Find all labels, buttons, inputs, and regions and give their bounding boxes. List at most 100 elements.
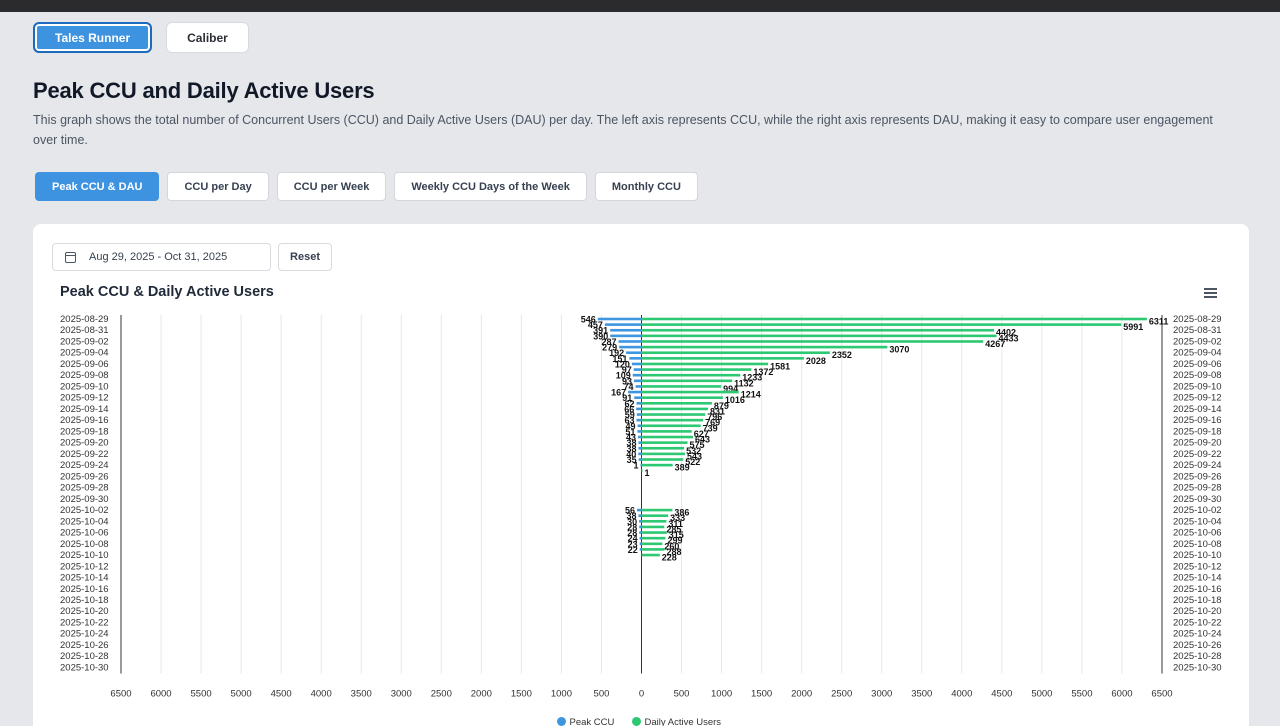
y-tick-label-left: 2025-08-31 — [60, 325, 109, 336]
dau-bar — [641, 328, 994, 332]
dau-data-label: 5991 — [1123, 322, 1143, 332]
chart-svg: 2025-08-29 2025-08-292025-08-31 2025-08-31… — [60, 314, 1222, 726]
y-tick-label-left: 2025-10-26 — [60, 640, 109, 651]
ccu-bar — [639, 536, 642, 540]
y-tick-label-right: 2025-09-06 — [1173, 359, 1222, 370]
ccu-bar — [604, 323, 642, 326]
ccu-bar — [632, 373, 642, 377]
legend-ccu-marker — [557, 716, 566, 726]
dau-bar — [641, 402, 712, 405]
tab-monthly-ccu[interactable]: Monthly CCU — [594, 172, 698, 201]
chart-card: Aug 29, 2025 - Oct 31, 2025 Reset Peak C… — [33, 224, 1249, 726]
x-tick-label-ccu: 3000 — [391, 688, 412, 699]
ccu-bar — [618, 340, 642, 343]
x-tick-label-dau: 500 — [674, 688, 690, 699]
y-tick-label-left: 2025-10-04 — [60, 516, 109, 527]
ccu-bar — [638, 458, 642, 461]
tab-tales-runner[interactable]: Tales Runner — [33, 22, 153, 53]
dau-bar — [641, 345, 888, 349]
y-tick-label-right: 2025-09-14 — [1173, 404, 1222, 415]
y-tick-label-left: 2025-09-20 — [60, 438, 109, 449]
dau-bar — [641, 385, 722, 388]
dau-bar — [641, 553, 660, 557]
y-tick-label-left: 2025-09-28 — [60, 483, 109, 494]
y-tick-label-right: 2025-10-26 — [1173, 640, 1222, 651]
y-tick-label-right: 2025-09-16 — [1173, 415, 1222, 426]
x-tick-label-dau: 1500 — [751, 688, 772, 699]
y-tick-label-left: 2025-10-06 — [60, 528, 109, 539]
x-tick-label-ccu: 0 — [639, 688, 644, 699]
dau-data-label: 2028 — [806, 356, 826, 366]
y-tick-label-left: 2025-10-18 — [60, 595, 109, 606]
x-tick-label-ccu: 2500 — [431, 688, 452, 699]
dau-bar — [641, 396, 723, 399]
y-tick-label-right: 2025-09-18 — [1173, 426, 1222, 437]
legend-ccu-label: Peak CCU — [570, 717, 615, 726]
x-tick-label-ccu: 500 — [594, 688, 610, 699]
dau-bar — [641, 435, 693, 439]
y-tick-label-left: 2025-09-30 — [60, 494, 109, 505]
y-tick-label-right: 2025-09-04 — [1173, 348, 1222, 359]
ccu-data-label: 1 — [633, 461, 638, 471]
x-tick-label-dau: 2500 — [831, 688, 852, 699]
dau-bar — [641, 379, 733, 383]
dau-bar — [641, 548, 665, 551]
y-tick-label-right: 2025-10-14 — [1173, 573, 1222, 584]
x-tick-label-ccu: 4500 — [271, 688, 292, 699]
dau-bar — [641, 424, 701, 428]
y-tick-label-right: 2025-09-28 — [1173, 483, 1222, 494]
browser-bookmarks-bar — [0, 0, 1280, 12]
y-tick-label-left: 2025-09-24 — [60, 460, 109, 471]
x-tick-label-ccu: 5000 — [231, 688, 252, 699]
x-tick-label-dau: 3500 — [911, 688, 932, 699]
y-tick-label-left: 2025-09-18 — [60, 426, 109, 437]
y-tick-label-right: 2025-08-31 — [1173, 325, 1222, 336]
y-tick-label-left: 2025-10-22 — [60, 617, 109, 628]
legend-dau-label: Daily Active Users — [645, 717, 722, 726]
dau-bar — [641, 469, 643, 473]
tab-ccu-per-day[interactable]: CCU per Day — [167, 172, 269, 201]
dau-bar — [641, 446, 685, 450]
ccu-bar — [635, 385, 642, 388]
ccu-bar — [634, 379, 642, 383]
ccu-bar — [634, 396, 642, 399]
y-tick-label-left: 2025-09-16 — [60, 415, 109, 426]
y-tick-label-right: 2025-09-08 — [1173, 370, 1222, 381]
dau-bar — [641, 340, 984, 343]
page-description: This graph shows the total number of Con… — [33, 113, 1213, 147]
y-tick-label-left: 2025-10-28 — [60, 651, 109, 662]
ccu-bar — [638, 441, 642, 444]
x-tick-label-dau: 3000 — [871, 688, 892, 699]
y-tick-label-right: 2025-10-16 — [1173, 584, 1222, 595]
ccu-bar — [636, 402, 642, 405]
y-tick-label-right: 2025-10-28 — [1173, 651, 1222, 662]
x-tick-label-dau: 5000 — [1031, 688, 1052, 699]
y-tick-label-left: 2025-10-08 — [60, 539, 109, 550]
y-tick-label-right: 2025-10-10 — [1173, 550, 1222, 561]
tab-weekly-ccu-days[interactable]: Weekly CCU Days of the Week — [394, 172, 587, 201]
ccu-bar — [638, 452, 642, 456]
ccu-bar — [636, 407, 642, 411]
dau-bar — [641, 334, 997, 338]
x-tick-label-dau: 4500 — [991, 688, 1012, 699]
y-tick-label-right: 2025-09-02 — [1173, 336, 1222, 347]
dau-bar — [641, 520, 667, 523]
x-tick-label-ccu: 5500 — [191, 688, 212, 699]
x-tick-label-ccu: 1500 — [511, 688, 532, 699]
tab-peak-ccu-dau[interactable]: Peak CCU & DAU — [35, 172, 160, 201]
dau-bar — [641, 413, 706, 416]
ccu-bar — [636, 413, 642, 416]
y-tick-label-left: 2025-09-26 — [60, 471, 109, 482]
dau-bar — [641, 373, 741, 377]
x-tick-label-ccu: 6500 — [110, 688, 131, 699]
tab-caliber[interactable]: Caliber — [166, 22, 249, 53]
tab-ccu-per-week[interactable]: CCU per Week — [276, 172, 387, 201]
ccu-bar — [610, 328, 642, 332]
y-tick-label-left: 2025-09-06 — [60, 359, 109, 370]
dau-data-label: 228 — [662, 553, 677, 563]
legend-dau-marker — [632, 716, 641, 726]
dau-bar — [641, 508, 673, 512]
dau-bar — [641, 357, 804, 360]
dau-data-label: 389 — [675, 463, 690, 473]
x-tick-label-ccu: 2000 — [471, 688, 492, 699]
